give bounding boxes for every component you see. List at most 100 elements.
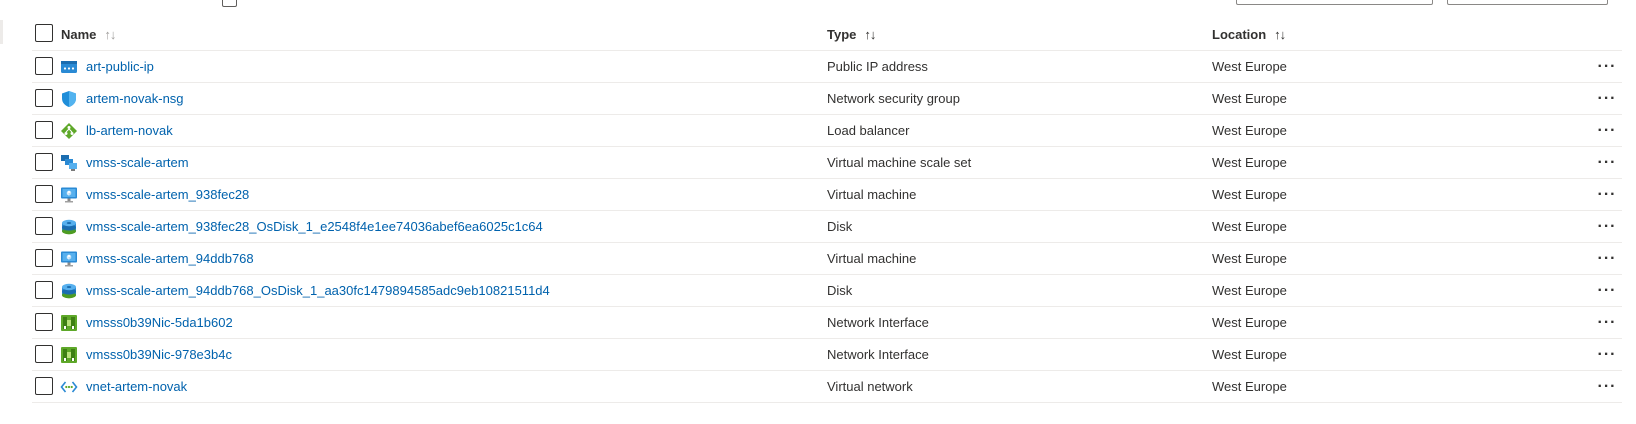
vmss-icon xyxy=(60,154,78,172)
column-header-type[interactable]: Type ↑↓ xyxy=(827,18,876,50)
location-cell: West Europe xyxy=(1212,219,1287,234)
table-row[interactable]: vmss-scale-artem_938fec28 Virtual machine… xyxy=(32,179,1622,211)
row-checkbox[interactable] xyxy=(35,185,53,203)
name-cell: artem-novak-nsg xyxy=(60,83,184,114)
location-cell: West Europe xyxy=(1212,187,1287,202)
location-cell: West Europe xyxy=(1212,251,1287,266)
top-checkbox[interactable] xyxy=(222,0,237,7)
type-cell: Virtual network xyxy=(827,379,913,394)
nic-icon xyxy=(60,346,78,364)
more-actions-button[interactable]: ··· xyxy=(1594,83,1620,114)
monitor-icon xyxy=(60,186,78,204)
more-actions-button[interactable]: ··· xyxy=(1594,339,1620,370)
more-actions-button[interactable]: ··· xyxy=(1594,51,1620,82)
table-row[interactable]: vmsss0b39Nic-5da1b602 Network Interface We… xyxy=(32,307,1622,339)
disk-icon xyxy=(60,218,78,236)
row-checkbox[interactable] xyxy=(35,281,53,299)
shield-icon xyxy=(60,90,78,108)
more-actions-button[interactable]: ··· xyxy=(1594,147,1620,178)
row-checkbox[interactable] xyxy=(35,345,53,363)
row-checkbox[interactable] xyxy=(35,121,53,139)
table-row[interactable]: vmss-scale-artem_94ddb768_OsDisk_1_aa30f… xyxy=(32,275,1622,307)
resource-name-link[interactable]: vmss-scale-artem xyxy=(86,155,189,170)
side-indicator xyxy=(0,20,3,44)
location-cell: West Europe xyxy=(1212,59,1287,74)
resource-name-link[interactable]: art-public-ip xyxy=(86,59,154,74)
sort-type-icon[interactable]: ↑↓ xyxy=(864,27,876,42)
sort-location-icon[interactable]: ↑↓ xyxy=(1274,27,1286,42)
select-all-checkbox[interactable] xyxy=(35,24,53,42)
more-actions-button[interactable]: ··· xyxy=(1594,371,1620,402)
sort-name-icon[interactable]: ↑↓ xyxy=(104,27,116,42)
column-header-name[interactable]: Name ↑↓ xyxy=(61,18,116,50)
name-cell: vnet-artem-novak xyxy=(60,371,187,402)
resource-name-link[interactable]: vmss-scale-artem_94ddb768 xyxy=(86,251,254,266)
type-cell: Network Interface xyxy=(827,315,929,330)
table-row[interactable]: lb-artem-novak Load balancer West Europe ··… xyxy=(32,115,1622,147)
location-cell: West Europe xyxy=(1212,347,1287,362)
more-actions-button[interactable]: ··· xyxy=(1594,211,1620,242)
row-checkbox[interactable] xyxy=(35,377,53,395)
name-cell: vmss-scale-artem_94ddb768 xyxy=(60,243,254,274)
type-cell: Load balancer xyxy=(827,123,910,138)
resource-name-link[interactable]: lb-artem-novak xyxy=(86,123,173,138)
type-cell: Virtual machine xyxy=(827,251,917,266)
location-cell: West Europe xyxy=(1212,315,1287,330)
resource-name-link[interactable]: vmsss0b39Nic-5da1b602 xyxy=(86,315,233,330)
vnet-icon xyxy=(60,378,78,396)
resource-name-link[interactable]: vmsss0b39Nic-978e3b4c xyxy=(86,347,232,362)
resource-name-link[interactable]: vmss-scale-artem_94ddb768_OsDisk_1_aa30f… xyxy=(86,283,550,298)
more-actions-button[interactable]: ··· xyxy=(1594,275,1620,306)
type-cell: Disk xyxy=(827,219,853,234)
filter-dropdown[interactable] xyxy=(1236,0,1433,5)
name-cell: vmss-scale-artem_94ddb768_OsDisk_1_aa30f… xyxy=(60,275,550,306)
table-row[interactable]: vmss-scale-artem Virtual machine scale se… xyxy=(32,147,1622,179)
more-actions-button[interactable]: ··· xyxy=(1594,115,1620,146)
public-ip-icon xyxy=(60,58,78,76)
name-cell: vmss-scale-artem xyxy=(60,147,189,178)
resource-name-link[interactable]: vmss-scale-artem_938fec28 xyxy=(86,187,249,202)
location-cell: West Europe xyxy=(1212,379,1287,394)
load-balancer-icon xyxy=(60,122,78,140)
row-checkbox[interactable] xyxy=(35,313,53,331)
table-row[interactable]: art-public-ip Public IP address West Europ… xyxy=(32,51,1622,83)
grid-header: Name ↑↓ Type ↑↓ Location ↑↓ xyxy=(32,18,1622,51)
disk-icon xyxy=(60,282,78,300)
type-cell: Disk xyxy=(827,283,853,298)
name-cell: art-public-ip xyxy=(60,51,154,82)
table-row[interactable]: vmsss0b39Nic-978e3b4c Network Interface We… xyxy=(32,339,1622,371)
resource-name-link[interactable]: vmss-scale-artem_938fec28_OsDisk_1_e2548… xyxy=(86,219,543,234)
row-checkbox[interactable] xyxy=(35,217,53,235)
location-cell: West Europe xyxy=(1212,91,1287,106)
name-cell: vmsss0b39Nic-5da1b602 xyxy=(60,307,233,338)
name-cell: vmss-scale-artem_938fec28_OsDisk_1_e2548… xyxy=(60,211,543,242)
resource-name-link[interactable]: vnet-artem-novak xyxy=(86,379,187,394)
location-cell: West Europe xyxy=(1212,155,1287,170)
more-actions-button[interactable]: ··· xyxy=(1594,179,1620,210)
type-cell: Network security group xyxy=(827,91,960,106)
row-checkbox[interactable] xyxy=(35,249,53,267)
monitor-icon xyxy=(60,250,78,268)
location-cell: West Europe xyxy=(1212,283,1287,298)
location-cell: West Europe xyxy=(1212,123,1287,138)
nic-icon xyxy=(60,314,78,332)
table-row[interactable]: artem-novak-nsg Network security group Wes… xyxy=(32,83,1622,115)
type-cell: Virtual machine scale set xyxy=(827,155,972,170)
type-cell: Virtual machine xyxy=(827,187,917,202)
name-cell: lb-artem-novak xyxy=(60,115,173,146)
table-row[interactable]: vnet-artem-novak Virtual network West Euro… xyxy=(32,371,1622,403)
resource-grid: Name ↑↓ Type ↑↓ Location ↑↓ art-public-i… xyxy=(32,18,1622,403)
type-cell: Network Interface xyxy=(827,347,929,362)
view-dropdown[interactable] xyxy=(1447,0,1608,5)
row-checkbox[interactable] xyxy=(35,153,53,171)
column-header-location[interactable]: Location ↑↓ xyxy=(1212,18,1286,50)
more-actions-button[interactable]: ··· xyxy=(1594,307,1620,338)
table-row[interactable]: vmss-scale-artem_94ddb768 Virtual machine… xyxy=(32,243,1622,275)
resource-name-link[interactable]: artem-novak-nsg xyxy=(86,91,184,106)
row-checkbox[interactable] xyxy=(35,89,53,107)
table-row[interactable]: vmss-scale-artem_938fec28_OsDisk_1_e2548… xyxy=(32,211,1622,243)
type-cell: Public IP address xyxy=(827,59,928,74)
row-checkbox[interactable] xyxy=(35,57,53,75)
name-cell: vmsss0b39Nic-978e3b4c xyxy=(60,339,232,370)
more-actions-button[interactable]: ··· xyxy=(1594,243,1620,274)
